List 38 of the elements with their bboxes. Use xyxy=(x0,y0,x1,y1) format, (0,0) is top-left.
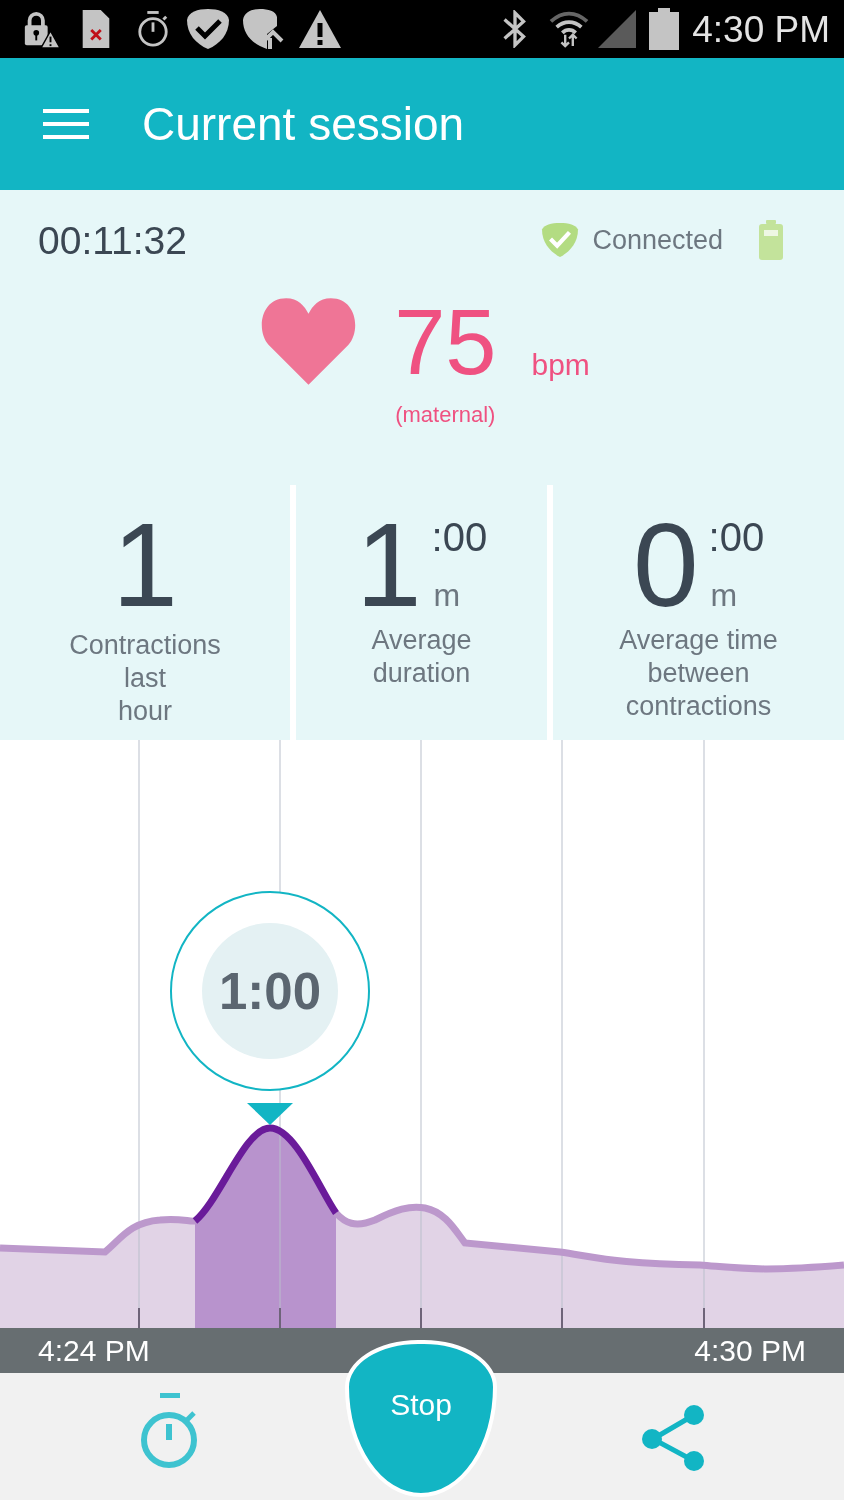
stat-label: Contractions last hour xyxy=(69,629,221,728)
signal-icon xyxy=(597,9,638,49)
stat-value: 1 xyxy=(112,506,178,624)
axis-start-time: 4:24 PM xyxy=(38,1335,150,1366)
stat-value: 1 xyxy=(355,506,422,624)
callout-value: 1:00 xyxy=(202,923,338,1059)
pointer-icon xyxy=(247,1103,293,1125)
wifi-icon xyxy=(549,10,590,48)
battery-icon xyxy=(649,8,680,50)
heart-icon xyxy=(260,296,358,386)
axis-end-time: 4:30 PM xyxy=(694,1335,806,1366)
check-badge-icon xyxy=(186,8,230,50)
stat-seconds: :00 xyxy=(431,517,488,557)
share-button[interactable] xyxy=(642,1405,704,1471)
heart-rate-note: (maternal) xyxy=(395,404,496,426)
screen-title: Current session xyxy=(142,101,465,147)
stat-label: Average duration xyxy=(371,624,472,690)
lock-warning-icon xyxy=(22,10,60,48)
heart-rate-unit: bpm xyxy=(531,350,590,380)
battery-icon xyxy=(759,220,783,260)
menu-button[interactable] xyxy=(43,108,89,140)
connection-status: Connected xyxy=(592,226,723,254)
stat-seconds: :00 xyxy=(708,517,765,557)
stat-unit: m xyxy=(433,579,461,611)
session-timer: 00:11:32 xyxy=(38,220,187,260)
stat-value: 0 xyxy=(632,506,699,624)
timer-button[interactable] xyxy=(140,1393,200,1469)
stat-unit: m xyxy=(710,579,738,611)
stopwatch-icon xyxy=(136,11,170,47)
menu-icon xyxy=(43,109,89,139)
stopwatch-icon xyxy=(140,1393,200,1469)
share-icon xyxy=(642,1405,704,1471)
heart-rate-value: 75 xyxy=(394,296,497,388)
warning-icon xyxy=(298,9,342,49)
shield-arrow-icon xyxy=(242,8,286,50)
sim-card-icon xyxy=(82,10,110,48)
status-time: 4:30 PM xyxy=(692,10,830,48)
stat-label: Average time between contractions xyxy=(619,624,778,723)
